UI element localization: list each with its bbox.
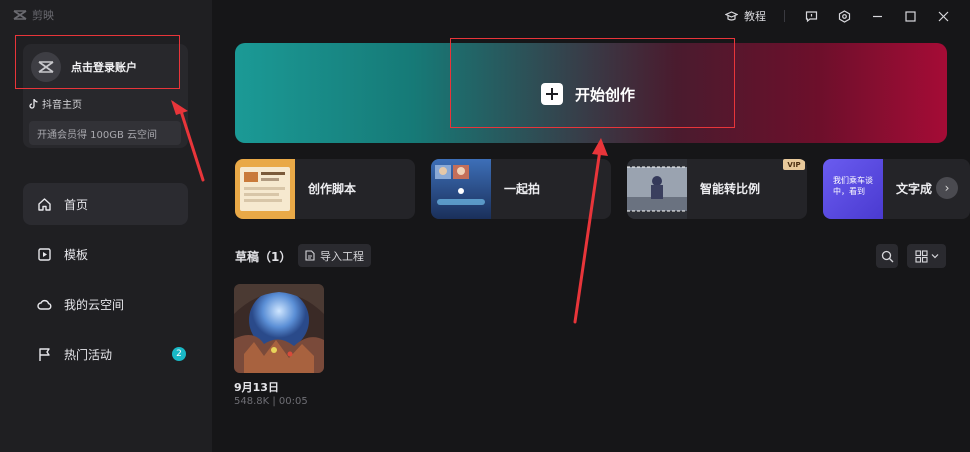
- tool-label: 一起拍: [504, 182, 541, 196]
- import-project-label: 导入工程: [320, 249, 364, 263]
- minimize-button[interactable]: [871, 10, 884, 23]
- tutorial-label: 教程: [744, 10, 766, 23]
- sidebar-item-label: 热门活动: [64, 347, 113, 362]
- minimize-icon: [873, 15, 882, 17]
- divider: [784, 10, 785, 22]
- chevron-right-icon: ›: [944, 181, 950, 195]
- grid-view-icon: [914, 249, 928, 263]
- capcut-logo-icon: [13, 10, 27, 20]
- app-name: 剪映: [32, 9, 54, 22]
- sidebar-nav: 首页 模板 我的云空间 热门活动 2: [23, 183, 188, 383]
- sidebar-item-label: 首页: [64, 197, 89, 212]
- text-to-video-thumbnail: 我们乘车谈中，看到: [823, 159, 883, 219]
- tool-script[interactable]: 创作脚本: [235, 159, 415, 219]
- shoot-together-thumbnail-icon: [431, 159, 491, 219]
- tool-smart-ratio[interactable]: 智能转比例 VIP: [627, 159, 807, 219]
- draft-preview-image: [234, 284, 324, 373]
- search-button[interactable]: [876, 244, 898, 268]
- notification-badge: 2: [172, 347, 186, 361]
- sidebar-item-label: 模板: [64, 247, 89, 262]
- vip-badge: VIP: [783, 159, 805, 170]
- douyin-icon: [29, 98, 38, 109]
- feedback-button[interactable]: [805, 10, 818, 23]
- draft-thumbnail[interactable]: [234, 284, 324, 373]
- import-project-button[interactable]: 导入工程: [298, 244, 371, 267]
- tool-label: 文字成: [896, 182, 933, 196]
- douyin-label: 抖音主页: [42, 100, 82, 111]
- tool-shoot-together[interactable]: 一起拍: [431, 159, 611, 219]
- annotation-box-login: [15, 35, 180, 89]
- draft-meta: 548.8K | 00:05: [234, 396, 308, 407]
- template-icon: [38, 247, 51, 261]
- vip-promo-button[interactable]: 开通会员得 100GB 云空间: [29, 121, 181, 145]
- script-thumbnail-icon: [235, 159, 295, 219]
- close-icon: [938, 11, 949, 21]
- home-icon: [38, 197, 51, 211]
- cloud-icon: [37, 299, 52, 310]
- app-brand: 剪映: [13, 7, 54, 23]
- douyin-link[interactable]: 抖音主页: [29, 96, 82, 111]
- sidebar-item-home[interactable]: 首页: [23, 183, 188, 225]
- vip-promo-label: 开通会员得 100GB 云空间: [37, 129, 158, 141]
- sidebar-item-events[interactable]: 热门活动 2: [23, 333, 188, 375]
- chevron-down-icon: [931, 254, 938, 259]
- annotation-box-start: [450, 38, 735, 128]
- sidebar-item-label: 我的云空间: [64, 297, 125, 312]
- search-icon: [881, 250, 893, 262]
- graduation-cap-icon: [725, 10, 738, 21]
- sidebar-item-templates[interactable]: 模板: [23, 233, 188, 275]
- tool-label: 创作脚本: [308, 182, 357, 196]
- thumbnail-caption: 我们乘车谈中，看到: [833, 176, 873, 196]
- view-mode-dropdown[interactable]: [907, 244, 946, 268]
- flag-icon: [39, 347, 50, 361]
- sidebar-item-cloud[interactable]: 我的云空间: [23, 283, 188, 325]
- close-button[interactable]: [937, 10, 950, 23]
- scroll-right-button[interactable]: ›: [936, 177, 958, 199]
- feedback-icon: [805, 10, 818, 22]
- title-bar: 教程: [212, 0, 970, 32]
- settings-icon: [838, 9, 851, 23]
- chevron-right-icon: ›: [172, 98, 176, 109]
- maximize-icon: [905, 10, 916, 22]
- tutorial-button[interactable]: 教程: [725, 8, 766, 24]
- draft-date: 9月13日: [234, 381, 279, 394]
- maximize-button[interactable]: [904, 10, 917, 23]
- drafts-title: 草稿（1）: [235, 250, 292, 264]
- smart-ratio-thumbnail-icon: [627, 159, 687, 219]
- file-import-icon: [305, 250, 315, 261]
- settings-button[interactable]: [838, 9, 851, 23]
- tool-label: 智能转比例: [700, 182, 761, 196]
